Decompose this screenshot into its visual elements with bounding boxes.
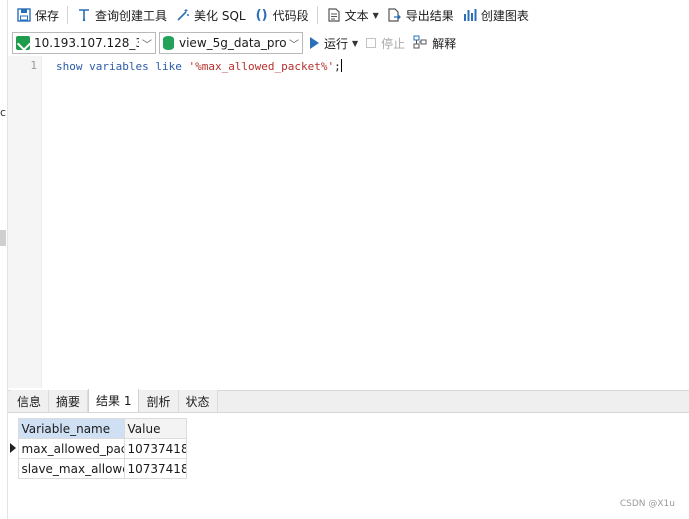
caret-down-icon: ▼ <box>372 10 379 20</box>
stop-button[interactable]: 停止 <box>362 32 409 54</box>
beautify-sql-button[interactable]: 美化 SQL <box>171 3 250 27</box>
query-builder-label: 查询创建工具 <box>95 8 168 23</box>
watermark: CSDN @X1u <box>619 499 675 509</box>
column-header-variable-name[interactable]: Variable_name <box>17 418 125 439</box>
query-builder-icon <box>76 7 92 23</box>
database-icon <box>163 36 174 50</box>
text-cursor <box>340 59 342 72</box>
document-icon <box>326 7 342 23</box>
explain-icon <box>413 35 429 51</box>
result-tabs: 信息 摘要 结果 1 剖析 状态 <box>8 389 689 413</box>
toolbar-divider <box>316 6 318 24</box>
connection-select[interactable]: 10.193.107.128_3306 ﹀ <box>12 32 156 54</box>
database-value: view_5g_data_production <box>179 36 302 50</box>
table-cell[interactable]: slave_max_allowed_packet <box>17 458 125 479</box>
caret-down-icon: ▼ <box>352 38 359 48</box>
create-chart-button[interactable]: 创建图表 <box>458 3 533 27</box>
export-result-label: 导出结果 <box>405 8 454 23</box>
table-row[interactable]: max_allowed_packet 1073741824 <box>8 438 187 459</box>
export-icon <box>387 7 403 23</box>
tab-summary[interactable]: 摘要 <box>49 390 89 412</box>
table-cell[interactable]: 1073741824 <box>123 458 187 479</box>
save-button[interactable]: 保存 <box>12 3 63 27</box>
chevron-down-icon: ﹀ <box>139 33 155 53</box>
result-table: Variable_name Value max_allowed_packet 1… <box>8 418 187 479</box>
line-number-gutter: 1 <box>8 56 42 388</box>
tab-result-1[interactable]: 结果 1 <box>88 389 140 412</box>
code-snippet-button[interactable]: () 代码段 <box>250 3 313 27</box>
sql-terminator: ; <box>334 60 341 73</box>
row-indicator <box>8 438 18 459</box>
run-label: 运行 <box>324 36 349 51</box>
toolbar-divider <box>67 6 69 24</box>
line-number: 1 <box>30 59 37 72</box>
main-toolbar: 保存 查询创建工具 美化 SQL () 代码段 文本 ▼ 导出结果 创建图表 <box>8 0 689 30</box>
stop-icon <box>366 38 377 48</box>
magic-wand-icon <box>175 7 191 23</box>
stop-label: 停止 <box>381 36 406 51</box>
query-builder-button[interactable]: 查询创建工具 <box>72 3 171 27</box>
code-snippet-label: 代码段 <box>272 8 309 23</box>
text-mode-label: 文本 <box>344 8 369 23</box>
database-select[interactable]: view_5g_data_production ﹀ <box>159 32 303 54</box>
table-cell[interactable]: max_allowed_packet <box>17 438 125 459</box>
current-row-pointer-icon <box>9 442 16 453</box>
row-indicator <box>8 458 18 479</box>
tab-profile[interactable]: 剖析 <box>139 390 179 412</box>
left-edge-panel: c <box>0 0 8 519</box>
bar-chart-icon <box>462 7 478 23</box>
left-edge-letter: c <box>0 106 7 119</box>
explain-button[interactable]: 解释 <box>409 32 460 54</box>
tab-info[interactable]: 信息 <box>10 390 50 412</box>
parentheses-icon: () <box>255 7 268 23</box>
export-result-button[interactable]: 导出结果 <box>383 3 458 27</box>
table-cell[interactable]: 1073741824 <box>123 438 187 459</box>
save-label: 保存 <box>35 8 60 23</box>
chevron-down-icon: ﹀ <box>286 33 302 53</box>
sql-string-literal: '%max_allowed_packet%' <box>188 60 335 73</box>
run-button[interactable]: 运行 ▼ <box>306 32 362 54</box>
text-mode-dropdown[interactable]: 文本 ▼ <box>322 3 383 27</box>
connection-icon <box>16 36 30 50</box>
table-header-row: Variable_name Value <box>8 418 187 439</box>
explain-label: 解释 <box>432 36 457 51</box>
play-icon <box>310 37 319 49</box>
create-chart-label: 创建图表 <box>480 8 529 23</box>
beautify-sql-label: 美化 SQL <box>194 8 246 23</box>
connection-bar: 10.193.107.128_3306 ﹀ view_5g_data_produ… <box>8 30 689 56</box>
save-icon <box>16 7 32 23</box>
left-edge-marker <box>0 230 6 246</box>
sql-keywords: show variables like <box>56 60 189 73</box>
connection-value: 10.193.107.128_3306 <box>34 36 155 50</box>
column-header-value[interactable]: Value <box>123 418 187 439</box>
tab-status[interactable]: 状态 <box>178 390 218 412</box>
sql-code-line[interactable]: show variables like '%max_allowed_packet… <box>56 59 342 73</box>
table-row[interactable]: slave_max_allowed_packet 1073741824 <box>8 458 187 479</box>
row-indicator-header <box>8 418 18 439</box>
sql-editor[interactable]: 1 show variables like '%max_allowed_pack… <box>8 56 689 388</box>
result-grid: Variable_name Value max_allowed_packet 1… <box>8 413 689 519</box>
